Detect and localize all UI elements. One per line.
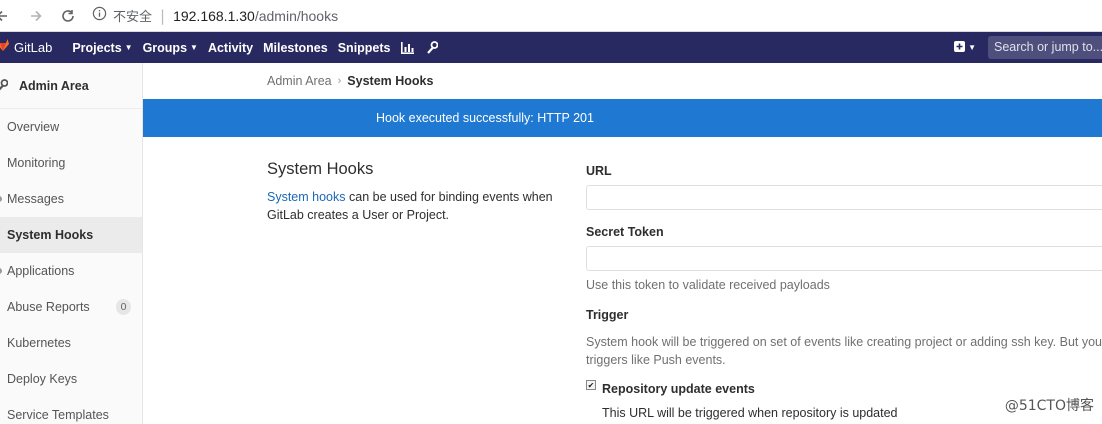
nav-snippets[interactable]: Snippets xyxy=(338,41,391,55)
count-badge: 0 xyxy=(116,299,131,315)
url-label: URL xyxy=(586,164,612,178)
url-path: /admin/hooks xyxy=(254,7,339,24)
plus-square-icon xyxy=(954,39,966,57)
chart-icon[interactable] xyxy=(400,41,414,54)
flash-message: Hook executed successfully: HTTP 201 xyxy=(376,111,594,125)
breadcrumb: Admin Area › System Hooks xyxy=(267,74,433,88)
url-host: 192.168.1.30 xyxy=(173,7,255,24)
gitlab-logo-icon xyxy=(0,38,9,57)
info-icon[interactable] xyxy=(92,6,107,25)
repository-update-label[interactable]: Repository update events xyxy=(602,382,755,396)
watermark: @51CTO博客 xyxy=(1004,398,1094,414)
sidebar-item-messages[interactable]: Messages xyxy=(0,181,142,217)
nav-milestones[interactable]: Milestones xyxy=(263,41,328,55)
chevron-right-icon: › xyxy=(337,75,342,87)
sidebar-item-label: Service Templates xyxy=(7,408,109,422)
sidebar-item-label: Abuse Reports xyxy=(7,300,90,314)
browser-toolbar: 不安全 | 192.168.1.30/admin/hooks xyxy=(0,0,1102,32)
sidebar-header-label: Admin Area xyxy=(19,78,89,93)
nav-groups[interactable]: Groups ▼ xyxy=(143,41,198,55)
new-dropdown[interactable]: ▼ xyxy=(954,39,976,57)
secret-token-help: Use this token to validate received payl… xyxy=(586,278,830,292)
sidebar-item-label: Kubernetes xyxy=(7,336,71,350)
secret-token-input[interactable] xyxy=(586,246,1102,271)
sidebar-item-label: System Hooks xyxy=(7,228,94,242)
chevron-down-icon: ▼ xyxy=(190,43,198,52)
wrench-icon xyxy=(0,79,10,92)
secret-token-label: Secret Token xyxy=(586,225,664,239)
sidebar-item-system-hooks[interactable]: System Hooks xyxy=(0,217,142,253)
address-bar[interactable]: 不安全 | 192.168.1.30/admin/hooks xyxy=(92,6,338,25)
flash-notice: Hook executed successfully: HTTP 201 xyxy=(143,99,1102,137)
nav-projects-label: Projects xyxy=(72,40,122,55)
reload-icon[interactable] xyxy=(58,6,78,26)
url-input[interactable] xyxy=(586,185,1102,210)
wrench-icon[interactable] xyxy=(426,41,438,54)
sidebar-item-label: Overview xyxy=(7,120,60,134)
sidebar-item-abuse-reports[interactable]: Abuse Reports 0 xyxy=(0,289,142,325)
sidebar-item-label: Messages xyxy=(7,192,64,206)
sidebar-item-overview[interactable]: Overview xyxy=(0,109,142,145)
nav-projects[interactable]: Projects ▼ xyxy=(72,41,132,55)
breadcrumb-current[interactable]: System Hooks xyxy=(347,74,433,88)
trigger-help-line-1: System hook will be triggered on set of … xyxy=(586,335,1102,349)
nav-activity[interactable]: Activity xyxy=(208,41,253,55)
bullet-icon xyxy=(0,196,2,202)
chevron-down-icon: ▼ xyxy=(968,43,976,52)
sidebar-item-kubernetes[interactable]: Kubernetes xyxy=(0,325,142,361)
sidebar-item-service-templates[interactable]: Service Templates xyxy=(0,397,142,424)
bullet-icon xyxy=(0,268,2,274)
sidebar-item-label: Applications xyxy=(7,264,75,278)
sidebar-header[interactable]: Admin Area xyxy=(0,63,142,109)
navbar-right: ▼ Search or jump to... xyxy=(954,32,1102,63)
repository-update-help: This URL will be triggered when reposito… xyxy=(602,406,898,420)
sidebar-item-applications[interactable]: Applications xyxy=(0,253,142,289)
checkmark-icon: ✔ xyxy=(587,380,595,390)
trigger-label: Trigger xyxy=(586,308,629,322)
page-title: System Hooks xyxy=(267,160,374,178)
main-nav: Projects ▼ Groups ▼ Activity Milestones Sn… xyxy=(72,41,449,55)
gitlab-home-link[interactable]: GitLab xyxy=(0,38,52,57)
sidebar-item-monitoring[interactable]: Monitoring xyxy=(0,145,142,181)
sidebar-item-deploy-keys[interactable]: Deploy Keys xyxy=(0,361,142,397)
forward-arrow-icon[interactable] xyxy=(26,6,46,26)
address-separator: | xyxy=(160,6,166,25)
gitlab-brand: GitLab xyxy=(14,40,53,55)
sidebar-item-label: Monitoring xyxy=(7,156,66,170)
search-input[interactable]: Search or jump to... xyxy=(988,36,1102,59)
trigger-help-line-2: triggers like Push events. xyxy=(586,353,726,367)
breadcrumb-admin-area[interactable]: Admin Area xyxy=(267,74,332,88)
insecure-label: 不安全 xyxy=(113,10,153,25)
repository-update-checkbox[interactable]: ✔ xyxy=(586,380,596,390)
system-hooks-help-link[interactable]: System hooks xyxy=(267,190,346,204)
gitlab-navbar: GitLab Projects ▼ Groups ▼ Activity Milest… xyxy=(0,32,1102,63)
nav-groups-label: Groups xyxy=(142,40,188,55)
back-arrow-icon[interactable] xyxy=(0,6,12,26)
sidebar-item-label: Deploy Keys xyxy=(7,372,78,386)
address-url[interactable]: 192.168.1.30/admin/hooks xyxy=(173,8,338,24)
chevron-down-icon: ▼ xyxy=(124,43,133,52)
admin-sidebar: Admin Area Overview Monitoring Messages … xyxy=(0,63,143,424)
page-description: System hooks can be used for binding eve… xyxy=(267,188,557,224)
